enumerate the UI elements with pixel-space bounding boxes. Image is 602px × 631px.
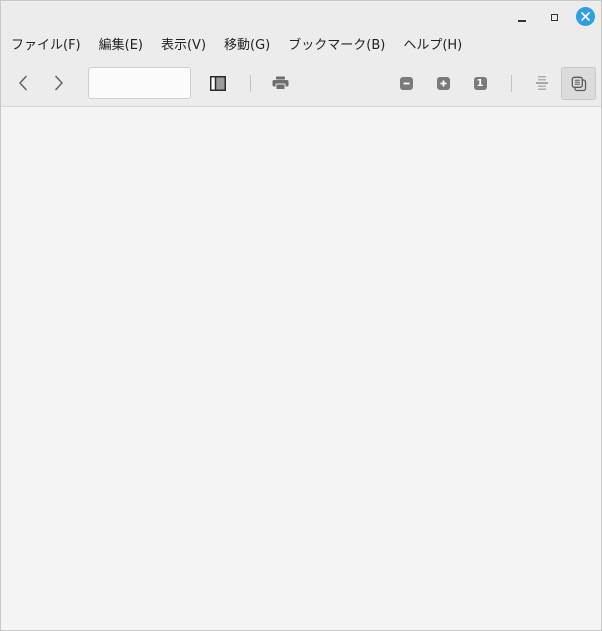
sidebar-toggle-button[interactable]: [207, 73, 229, 93]
menu-help[interactable]: ヘルプ(H): [394, 33, 471, 59]
chevron-right-icon: [55, 75, 63, 91]
close-icon: [576, 7, 595, 26]
zoom-original-button[interactable]: 1: [470, 73, 490, 93]
minimize-icon: [518, 20, 526, 22]
page-count-field: [239, 68, 389, 98]
sidebar-toggle-icon: [210, 75, 226, 91]
zoom-out-button[interactable]: [396, 73, 416, 93]
zoom-in-icon: [436, 76, 450, 90]
menu-edit[interactable]: 編集(E): [90, 33, 152, 59]
back-button[interactable]: [11, 71, 35, 95]
forward-button[interactable]: [47, 71, 71, 95]
app-window: ファイル(F) 編集(E) 表示(V) 移動(G) ブックマーク(B) ヘルプ(…: [0, 0, 602, 631]
menu-bookmarks[interactable]: ブックマーク(B): [279, 33, 394, 59]
printer-icon: [272, 76, 288, 90]
zoom-in-button[interactable]: [433, 73, 453, 93]
dual-page-button[interactable]: [561, 67, 596, 100]
continuous-scroll-button[interactable]: [532, 73, 552, 93]
toolbar-separator: [250, 75, 251, 92]
menu-go[interactable]: 移動(G): [215, 33, 279, 59]
menu-file[interactable]: ファイル(F): [1, 33, 90, 59]
menu-bar: ファイル(F) 編集(E) 表示(V) 移動(G) ブックマーク(B) ヘルプ(…: [1, 33, 601, 59]
minimize-button[interactable]: [512, 7, 532, 27]
toolbar: 1: [1, 59, 601, 107]
zoom-out-icon: [399, 76, 413, 90]
title-bar: [1, 1, 601, 33]
zoom-original-icon: 1: [473, 76, 487, 90]
maximize-icon: [550, 13, 558, 21]
menu-view[interactable]: 表示(V): [152, 33, 215, 59]
toolbar-separator: [511, 75, 512, 92]
maximize-button[interactable]: [544, 7, 564, 27]
dual-page-icon: [571, 76, 586, 91]
print-button[interactable]: [269, 72, 291, 94]
page-selector: [88, 67, 389, 99]
chevron-left-icon: [19, 75, 27, 91]
continuous-scroll-icon: [536, 76, 548, 90]
close-button[interactable]: [575, 6, 596, 27]
document-view[interactable]: [1, 107, 601, 630]
